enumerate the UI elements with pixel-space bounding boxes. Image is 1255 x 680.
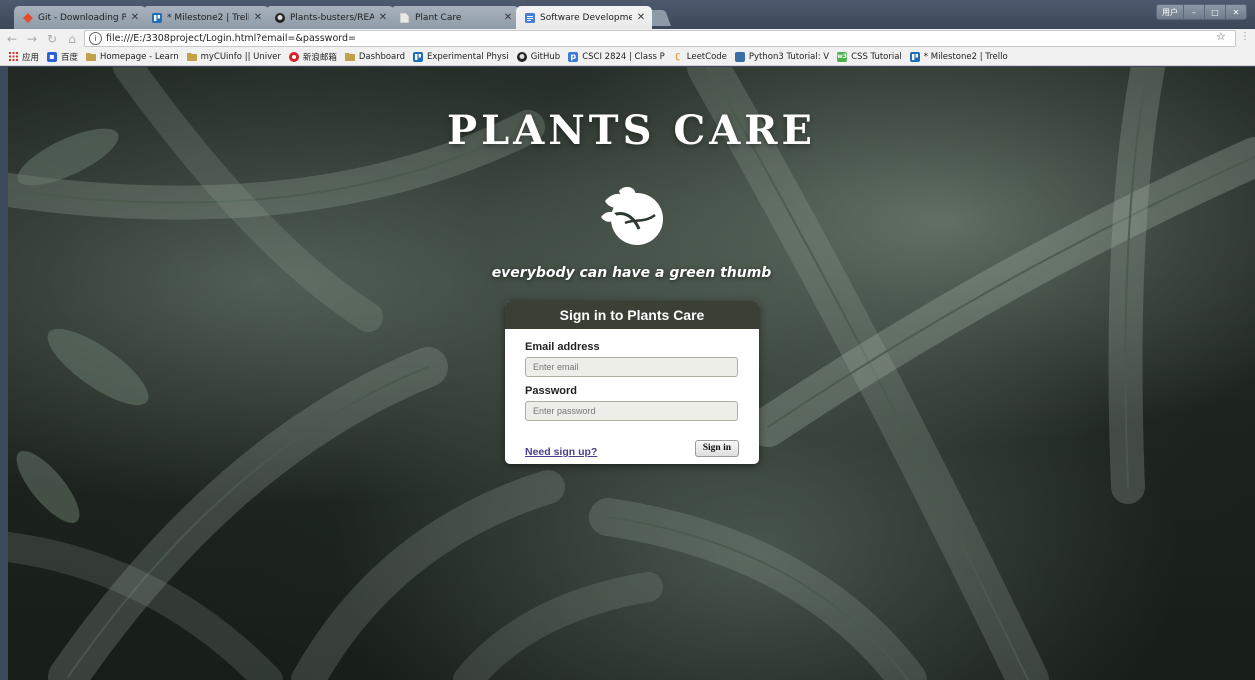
tab-label: Git - Downloading Pac: [38, 12, 126, 23]
github-icon: [516, 51, 527, 62]
maximize-button[interactable]: □: [1204, 5, 1225, 19]
login-heading: Sign in to Plants Care: [505, 301, 759, 329]
password-label: Password: [525, 385, 577, 397]
bookmark-label: 新浪邮箱: [302, 52, 337, 63]
apps-grid-icon: [8, 52, 18, 62]
leetcode-icon: ʗ: [675, 52, 681, 61]
bookmark-label: * Milestone2 | Trello: [923, 51, 1008, 62]
tab-label: Software Development: [540, 12, 632, 23]
tab-label: Plants-busters/READM: [290, 12, 374, 23]
signup-link[interactable]: Need sign up?: [525, 446, 597, 458]
folder-icon: [86, 52, 97, 62]
tab-label: * Milestone2 | Trello: [167, 12, 249, 23]
close-window-button[interactable]: ✕: [1225, 5, 1246, 19]
tab-github[interactable]: Plants-busters/READM ✕: [266, 6, 394, 29]
bookmark-mycuinfo[interactable]: myCUinfo || Univer: [186, 51, 281, 62]
info-icon[interactable]: i: [89, 32, 102, 45]
github-icon: [274, 12, 285, 23]
bookmark-label: CSCI 2824 | Class P: [582, 51, 665, 62]
home-icon[interactable]: ⌂: [64, 31, 80, 47]
docs-icon: [524, 12, 535, 23]
piazza-icon: p: [568, 51, 579, 62]
close-icon[interactable]: ✕: [253, 12, 263, 23]
bookmark-label: Homepage - Learn: [100, 51, 179, 62]
bookmark-milestone2-trello[interactable]: * Milestone2 | Trello: [909, 51, 1008, 62]
close-icon[interactable]: ✕: [503, 12, 513, 23]
bookmark-apps[interactable]: 应用: [8, 51, 39, 63]
bookmark-label: GitHub: [530, 51, 561, 62]
tagline: everybody can have a green thumb: [491, 265, 772, 281]
close-icon[interactable]: ✕: [130, 12, 140, 23]
bookmark-label: myCUinfo || Univer: [200, 51, 281, 62]
menu-icon[interactable]: ⋮: [1240, 31, 1250, 42]
bookmark-label: 应用: [22, 52, 40, 63]
tab-software-development[interactable]: Software Development ✕: [516, 6, 652, 29]
email-field[interactable]: [525, 357, 738, 377]
bookmark-csci-2824[interactable]: p CSCI 2824 | Class P: [568, 51, 665, 62]
bookmark-sina-mail[interactable]: 新浪邮箱: [288, 51, 337, 63]
git-icon: [22, 12, 33, 23]
close-icon[interactable]: ✕: [378, 12, 388, 23]
baidu-icon: ▪: [47, 51, 58, 62]
address-bar[interactable]: i file:///E:/3308project/Login.html?emai…: [84, 30, 1236, 47]
bookmark-python3-tutorial[interactable]: Python3 Tutorial: V: [734, 51, 830, 62]
python-icon: [734, 51, 745, 62]
bookmark-star-icon[interactable]: ☆: [1216, 30, 1226, 43]
window-controls: 用户 – □ ✕: [1156, 4, 1247, 20]
bookmark-baidu[interactable]: ▪ 百度: [47, 51, 78, 63]
sign-in-button[interactable]: Sign in: [694, 439, 739, 457]
back-arrow-icon[interactable]: ←: [4, 31, 20, 47]
bookmark-label: CSS Tutorial: [851, 51, 902, 62]
tab-plant-care[interactable]: Plant Care ✕: [391, 6, 519, 29]
tab-strip: Git - Downloading Pac ✕ * Milestone2 | T…: [0, 0, 1255, 29]
leaf-logo-icon: [601, 186, 663, 245]
trello-icon: [909, 51, 920, 62]
folder-icon: [344, 52, 355, 62]
page-icon: [399, 12, 410, 23]
bookmark-label: 百度: [61, 52, 79, 63]
login-card: Sign in to Plants Care Email address Pas…: [505, 301, 759, 464]
tab-git[interactable]: Git - Downloading Pac ✕: [14, 6, 146, 29]
w3-icon: w3: [837, 51, 848, 62]
email-label: Email address: [525, 341, 600, 353]
bookmark-github[interactable]: GitHub: [516, 51, 561, 62]
trello-icon: [151, 12, 162, 23]
minimize-button[interactable]: –: [1183, 5, 1204, 19]
browser-window: Git - Downloading Pac ✕ * Milestone2 | T…: [0, 0, 1255, 680]
page-viewport: PLANTS CARE everybody can have a green t…: [8, 67, 1255, 680]
url-text: file:///E:/3308project/Login.html?email=…: [106, 33, 356, 44]
tab-label: Plant Care: [415, 12, 462, 23]
browser-toolbar: ← → ↻ ⌂ i file:///E:/3308project/Login.h…: [0, 29, 1255, 48]
bookmark-label: LeetCode: [686, 51, 727, 62]
tab-trello[interactable]: * Milestone2 | Trello ✕: [143, 6, 269, 29]
forward-arrow-icon[interactable]: →: [24, 31, 40, 47]
bookmark-css-tutorial[interactable]: w3 CSS Tutorial: [837, 51, 902, 62]
password-field[interactable]: [525, 401, 738, 421]
user-button[interactable]: 用户: [1157, 5, 1183, 19]
bookmark-label: Dashboard: [358, 51, 405, 62]
brand-title: PLANTS CARE: [447, 107, 816, 154]
close-icon[interactable]: ✕: [636, 12, 646, 23]
sina-icon: [288, 51, 299, 62]
bookmark-leetcode[interactable]: ʗ LeetCode: [673, 51, 727, 62]
bookmarks-bar: 应用 ▪ 百度 Homepage - Learn myCUinfo || Uni…: [0, 48, 1255, 66]
bookmark-homepage-learn[interactable]: Homepage - Learn: [86, 52, 179, 62]
bookmark-experimental-physics[interactable]: Experimental Physi: [413, 51, 509, 62]
reload-icon[interactable]: ↻: [44, 31, 60, 47]
folder-icon: [186, 52, 197, 62]
trello-icon: [413, 51, 423, 62]
bookmark-label: Python3 Tutorial: V: [748, 51, 830, 62]
bookmark-dashboard[interactable]: Dashboard: [344, 51, 405, 62]
bookmark-label: Experimental Physi: [427, 51, 509, 62]
